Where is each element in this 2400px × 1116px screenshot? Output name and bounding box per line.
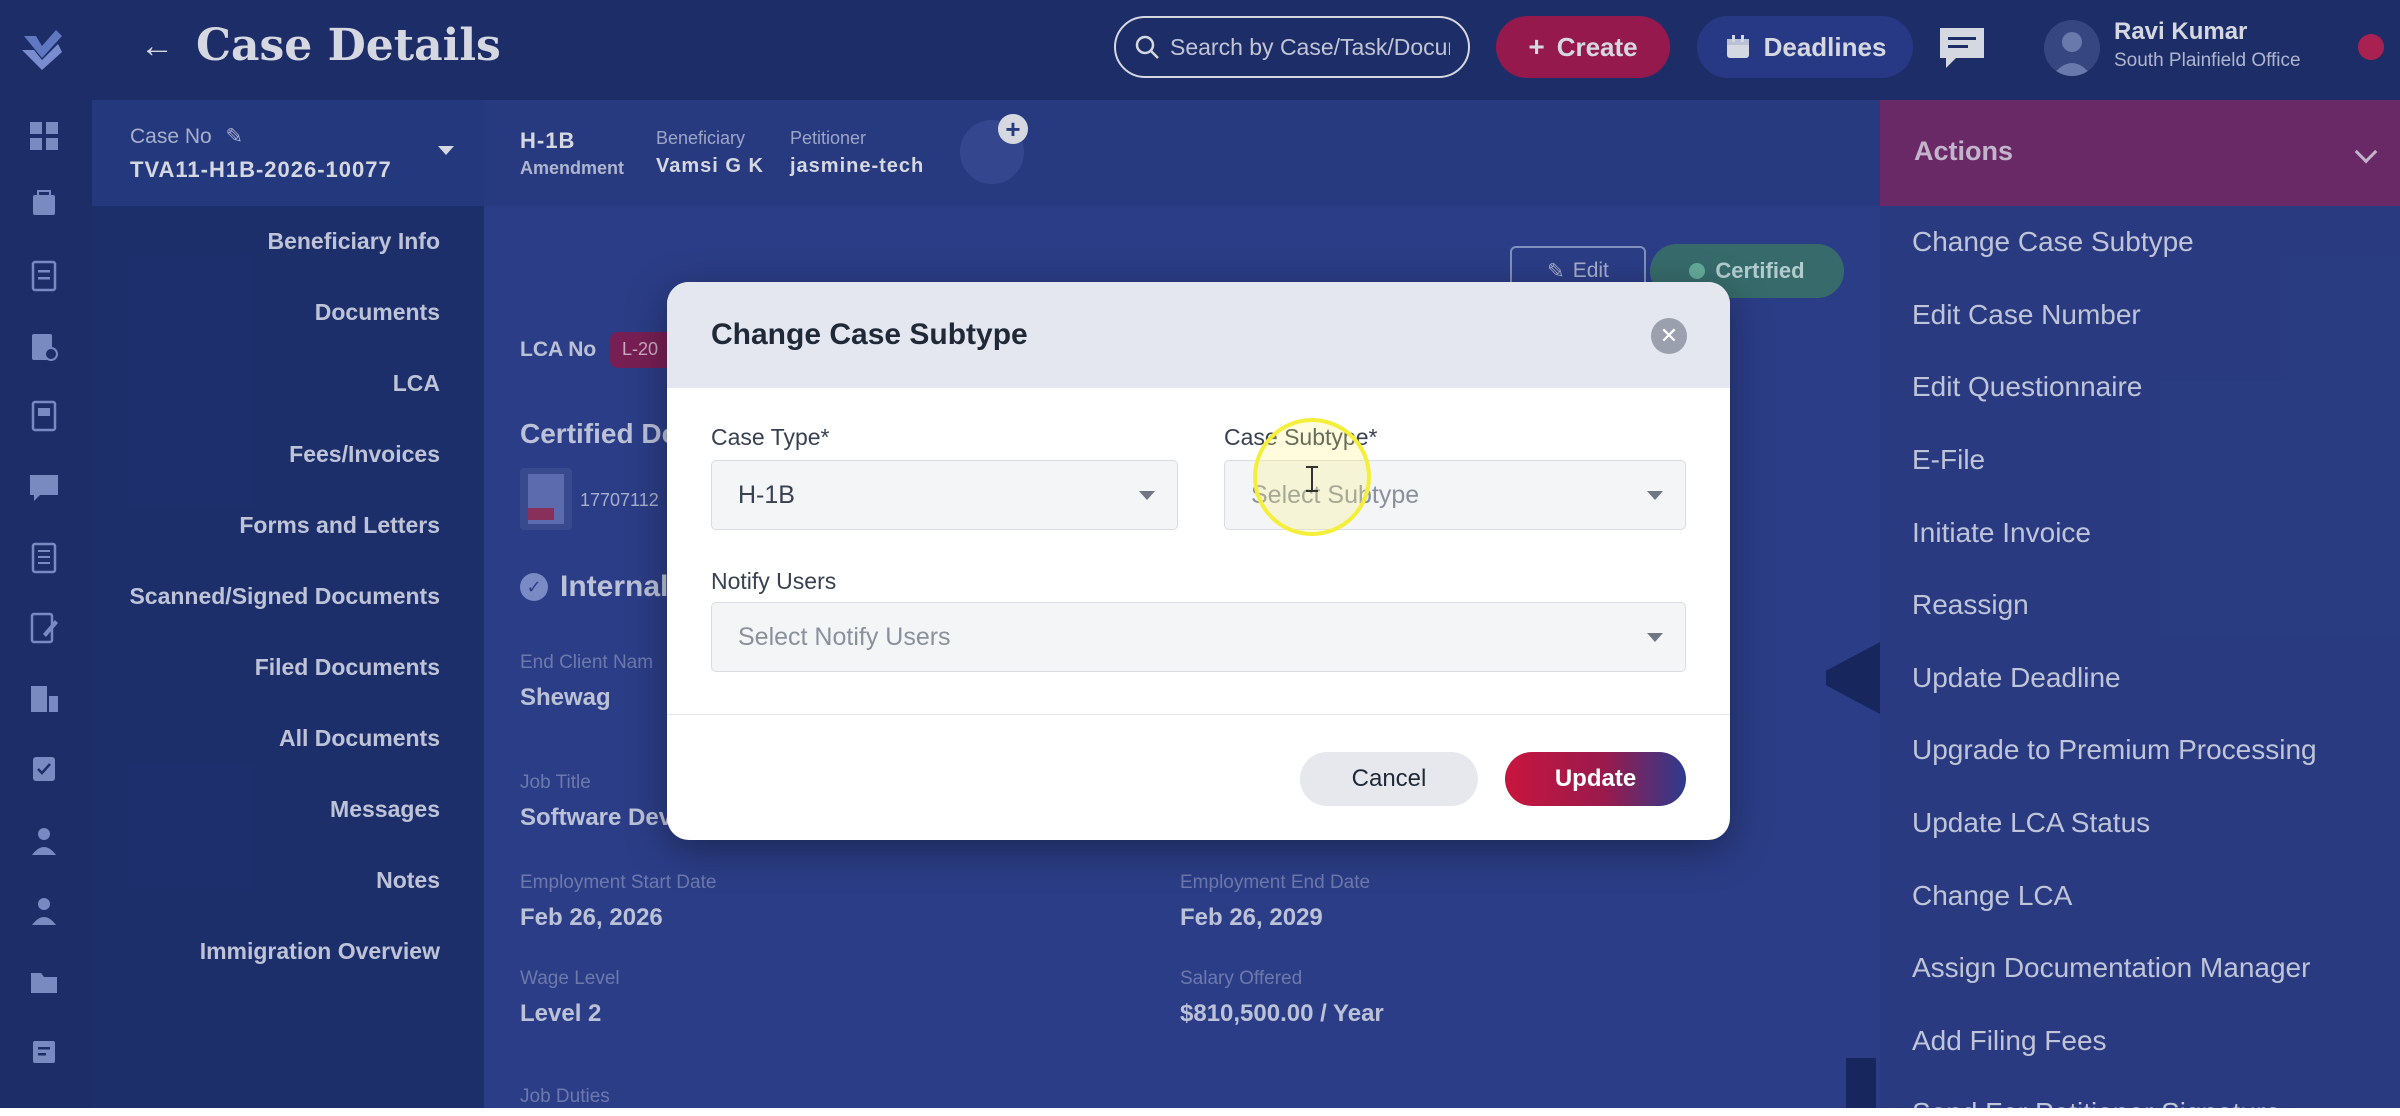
case-type-label: Case Type* xyxy=(711,424,830,450)
chevron-down-icon xyxy=(1647,633,1663,642)
bottom-edge xyxy=(0,1108,2400,1116)
notify-users-placeholder: Select Notify Users xyxy=(738,622,951,651)
change-subtype-modal: Change Case Subtype ✕ Case Type* H-1B Ca… xyxy=(667,282,1730,840)
chevron-down-icon xyxy=(1647,491,1663,500)
notify-users-select[interactable]: Select Notify Users xyxy=(711,602,1686,672)
notify-users-label: Notify Users xyxy=(711,568,837,594)
modal-title: Change Case Subtype xyxy=(711,318,1028,351)
update-button[interactable]: Update xyxy=(1505,752,1686,806)
case-type-select[interactable]: H-1B xyxy=(711,460,1178,530)
case-type-value: H-1B xyxy=(738,480,795,509)
cancel-button[interactable]: Cancel xyxy=(1300,752,1478,806)
modal-divider xyxy=(667,714,1730,715)
close-icon[interactable]: ✕ xyxy=(1651,318,1687,354)
text-cursor-icon xyxy=(1306,466,1318,492)
modal-header: Change Case Subtype ✕ xyxy=(667,282,1730,388)
chevron-down-icon xyxy=(1139,491,1155,500)
